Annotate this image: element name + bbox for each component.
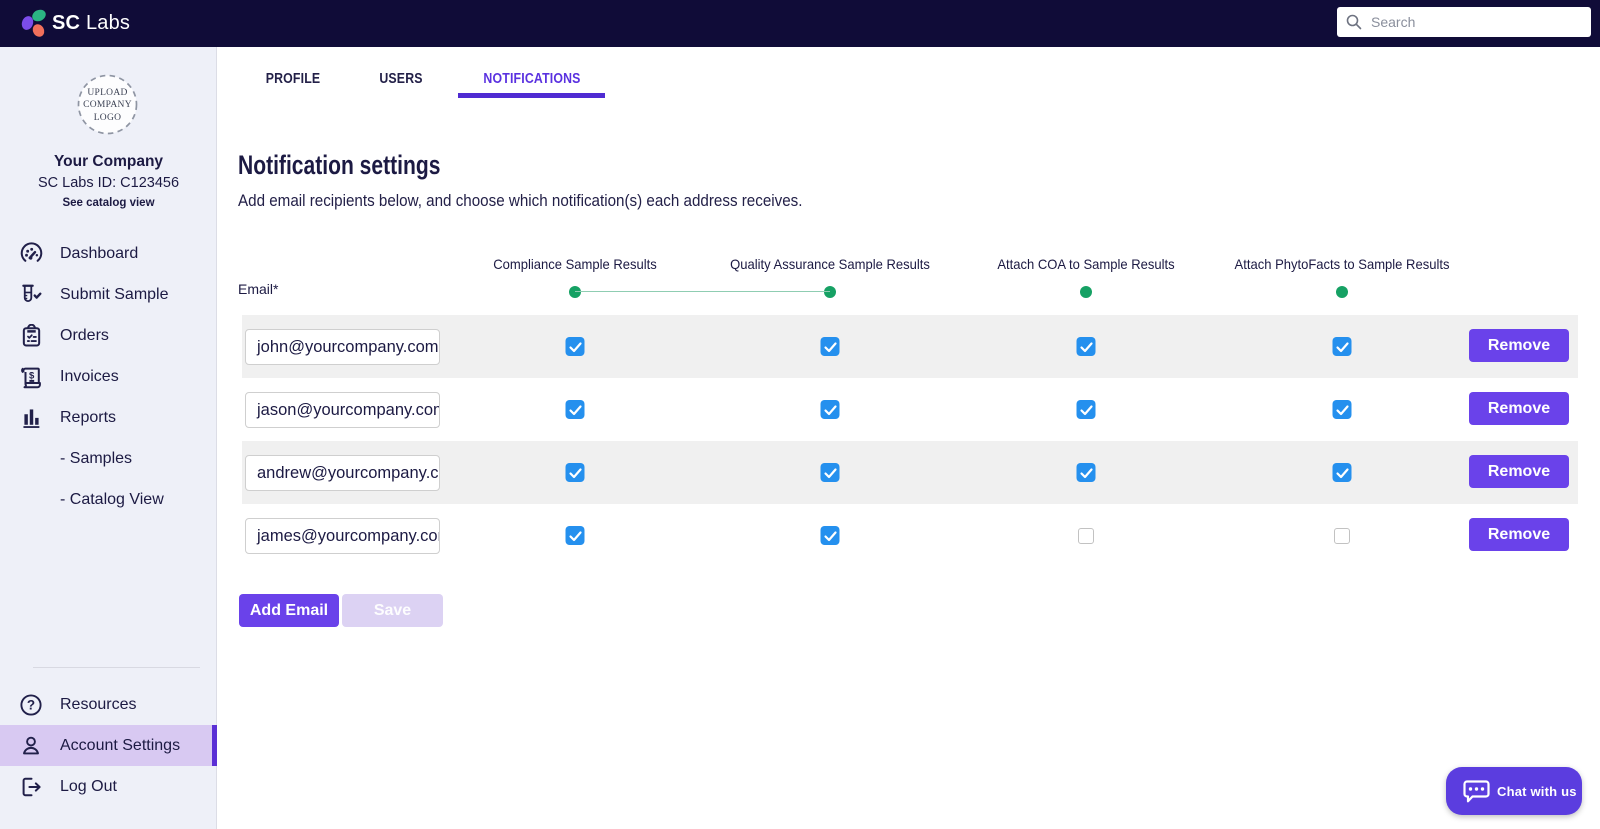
svg-text:?: ? [27, 697, 35, 712]
svg-text:$: $ [29, 370, 35, 381]
